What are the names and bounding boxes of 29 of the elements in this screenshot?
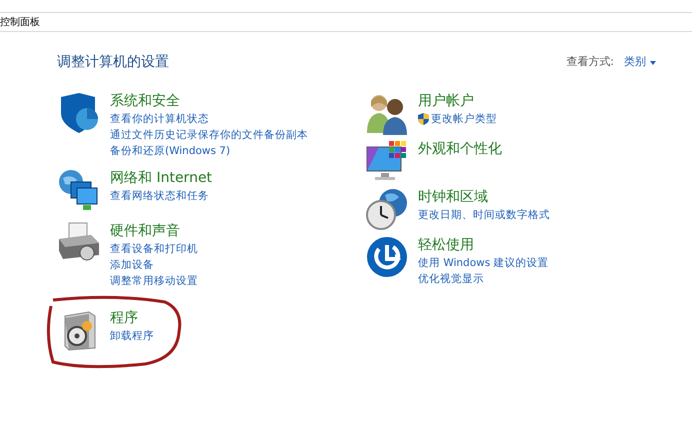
category-link[interactable]: 优化视觉显示 [418,271,484,287]
category-link[interactable]: 调整常用移动设置 [110,273,198,289]
category-link[interactable]: 更改日期、时间或数字格式 [418,207,550,223]
category-link[interactable]: 备份和还原(Windows 7) [110,143,230,159]
monitor-icon [365,139,409,183]
category-title[interactable]: 程序 [110,308,154,328]
category-title[interactable]: 网络和 Internet [110,168,212,188]
category-link[interactable]: 更改帐户类型 [431,111,497,127]
accessibility-icon [365,235,409,279]
address-path: 控制面板 [0,16,40,30]
category-link[interactable]: 查看你的计算机状态 [110,111,209,127]
category-link[interactable]: 查看设备和打印机 [110,241,198,257]
category-link[interactable]: 查看网络状态和任务 [110,188,209,204]
category-title[interactable]: 用户帐户 [418,91,497,111]
category-title[interactable]: 硬件和声音 [110,221,198,241]
category-title[interactable]: 系统和安全 [110,91,308,111]
page-heading: 调整计算机的设置 [57,53,169,72]
category-link[interactable]: 使用 Windows 建议的设置 [418,255,549,271]
address-bar[interactable]: 控制面板 [0,12,692,32]
view-by-label: 查看方式: [566,54,614,70]
category-link[interactable]: 添加设备 [110,257,154,273]
category-title[interactable]: 外观和个性化 [418,139,502,159]
category-link[interactable]: 卸载程序 [110,328,154,344]
category-title[interactable]: 时钟和区域 [418,187,550,207]
view-by-dropdown[interactable]: 类别 [624,54,656,71]
category-link[interactable]: 通过文件历史记录保存你的文件备份副本 [110,127,308,143]
caret-icon [650,60,656,64]
globe-clock-icon [365,187,409,231]
category-title[interactable]: 轻松使用 [418,235,549,255]
